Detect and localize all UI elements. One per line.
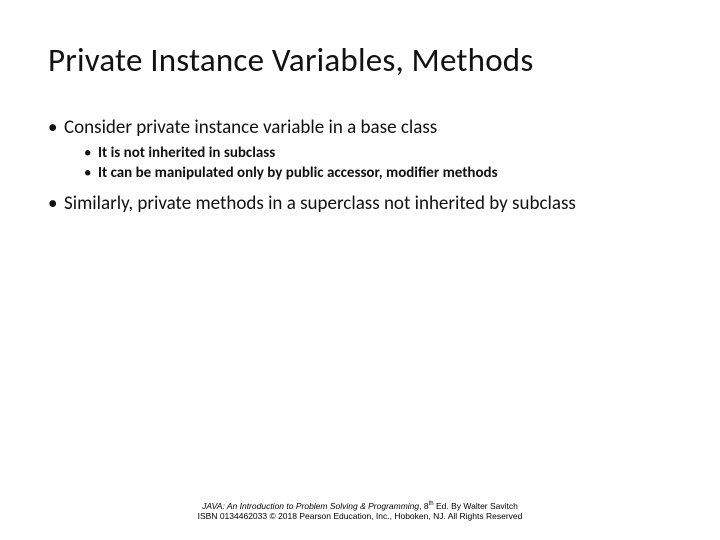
footer-line-2: ISBN 0134462033 © 2018 Pearson Education…: [0, 511, 720, 522]
bullet-2: Similarly, private methods in a supercla…: [48, 192, 672, 216]
slide-body: Consider private instance variable in a …: [48, 116, 672, 216]
slide: Private Instance Variables, Methods Cons…: [0, 0, 720, 540]
sub-bullet-list: It is not inherited in subclass It can b…: [64, 144, 672, 184]
footer-line-1: JAVA: An Introduction to Problem Solving…: [0, 501, 720, 512]
footer-book-title: JAVA: An Introduction to Problem Solving…: [202, 501, 419, 511]
bullet-list: Consider private instance variable in a …: [48, 116, 672, 216]
bullet-1b: It can be manipulated only by public acc…: [64, 164, 672, 184]
slide-title: Private Instance Variables, Methods: [48, 40, 672, 80]
footer-edition-tail: Ed. By Walter Savitch: [434, 501, 518, 511]
slide-footer: JAVA: An Introduction to Problem Solving…: [0, 501, 720, 522]
bullet-1a: It is not inherited in subclass: [64, 144, 672, 164]
bullet-1: Consider private instance variable in a …: [48, 116, 672, 184]
bullet-1-text: Consider private instance variable in a …: [64, 116, 437, 139]
